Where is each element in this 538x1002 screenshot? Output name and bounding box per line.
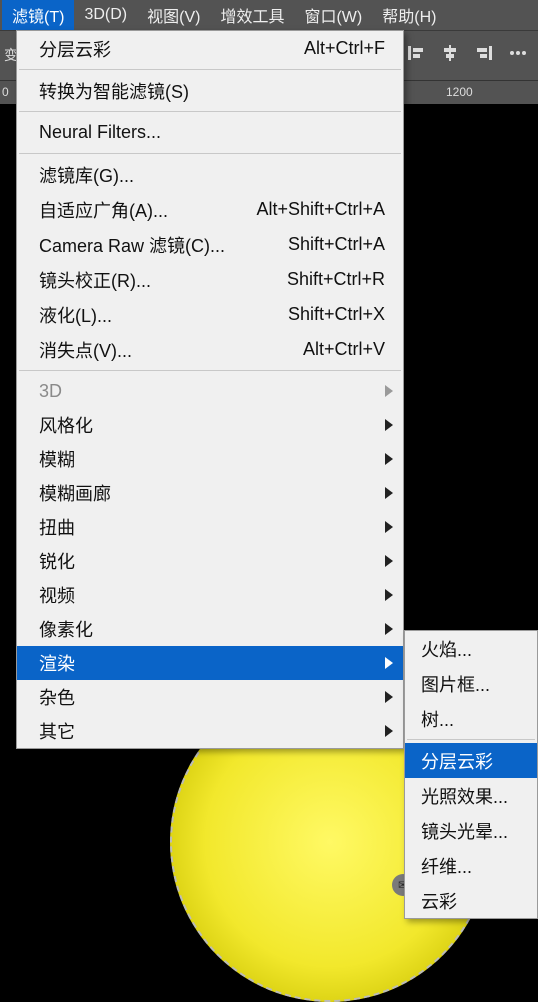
menu-plugins[interactable]: 增效工具 <box>210 0 294 31</box>
item-other[interactable]: 其它 <box>17 714 403 748</box>
align-center-icon[interactable] <box>440 43 460 63</box>
render-submenu: 火焰... 图片框... 树... 分层云彩 光照效果... 镜头光晕... 纤… <box>404 630 538 919</box>
item-last-filter[interactable]: 分层云彩 Alt+Ctrl+F <box>17 31 403 66</box>
item-label: 杂色 <box>39 684 385 710</box>
sub-flame[interactable]: 火焰... <box>405 631 537 666</box>
item-3d[interactable]: 3D <box>17 374 403 408</box>
item-shortcut: Shift+Ctrl+A <box>258 234 385 255</box>
ruler-tick-0: 0 <box>2 85 9 99</box>
item-camera-raw[interactable]: Camera Raw 滤镜(C)...Shift+Ctrl+A <box>17 227 403 262</box>
item-label: Neural Filters... <box>39 122 385 143</box>
submenu-arrow-icon <box>385 521 393 533</box>
item-pixelate[interactable]: 像素化 <box>17 612 403 646</box>
submenu-arrow-icon <box>385 623 393 635</box>
menu-view[interactable]: 视图(V) <box>137 0 210 31</box>
item-label: 风格化 <box>39 412 385 438</box>
item-label: 扭曲 <box>39 514 385 540</box>
menu-3d[interactable]: 3D(D) <box>74 2 137 28</box>
align-left-icon[interactable] <box>406 43 426 63</box>
item-noise[interactable]: 杂色 <box>17 680 403 714</box>
item-label: 视频 <box>39 582 385 608</box>
item-label: 树... <box>421 706 523 732</box>
item-shortcut: Shift+Ctrl+R <box>257 269 385 290</box>
item-adaptive-wide[interactable]: 自适应广角(A)...Alt+Shift+Ctrl+A <box>17 192 403 227</box>
sub-clouds[interactable]: 云彩 <box>405 883 537 918</box>
item-video[interactable]: 视频 <box>17 578 403 612</box>
app-menubar: 滤镜(T) 3D(D) 视图(V) 增效工具 窗口(W) 帮助(H) <box>0 0 538 30</box>
item-label: 模糊 <box>39 446 385 472</box>
item-blur-gallery[interactable]: 模糊画廊 <box>17 476 403 510</box>
item-label: 镜头校正(R)... <box>39 267 257 293</box>
item-distort[interactable]: 扭曲 <box>17 510 403 544</box>
item-lens-correct[interactable]: 镜头校正(R)...Shift+Ctrl+R <box>17 262 403 297</box>
separator <box>19 111 401 112</box>
item-label: 消失点(V)... <box>39 337 273 363</box>
submenu-arrow-icon <box>385 725 393 737</box>
separator <box>19 153 401 154</box>
menu-window[interactable]: 窗口(W) <box>294 0 372 31</box>
separator <box>19 69 401 70</box>
sub-lens-flare[interactable]: 镜头光晕... <box>405 813 537 848</box>
item-label: 纤维... <box>421 853 523 879</box>
sub-lighting-effects[interactable]: 光照效果... <box>405 778 537 813</box>
separator <box>19 370 401 371</box>
item-label: 3D <box>39 381 385 402</box>
sub-picture-frame[interactable]: 图片框... <box>405 666 537 701</box>
item-label: 云彩 <box>421 888 523 914</box>
menu-help[interactable]: 帮助(H) <box>372 0 446 31</box>
item-label: 其它 <box>39 718 385 744</box>
item-label: 渲染 <box>39 650 385 676</box>
item-shortcut: Alt+Ctrl+V <box>273 339 385 360</box>
item-neural-filters[interactable]: Neural Filters... <box>17 115 403 150</box>
item-label: 像素化 <box>39 616 385 642</box>
item-render[interactable]: 渲染 <box>17 646 403 680</box>
sub-tree[interactable]: 树... <box>405 701 537 736</box>
filter-dropdown: 分层云彩 Alt+Ctrl+F 转换为智能滤镜(S) Neural Filter… <box>16 30 404 749</box>
item-label: 分层云彩 <box>421 748 523 774</box>
item-label: 镜头光晕... <box>421 818 523 844</box>
item-vanishing-point[interactable]: 消失点(V)...Alt+Ctrl+V <box>17 332 403 367</box>
item-label: 火焰... <box>421 636 523 662</box>
item-blur[interactable]: 模糊 <box>17 442 403 476</box>
sub-fibers[interactable]: 纤维... <box>405 848 537 883</box>
item-label: 锐化 <box>39 548 385 574</box>
item-shortcut: Alt+Ctrl+F <box>274 38 385 59</box>
sub-difference-clouds[interactable]: 分层云彩 <box>405 743 537 778</box>
submenu-arrow-icon <box>385 487 393 499</box>
item-label: 自适应广角(A)... <box>39 197 226 223</box>
item-stylize[interactable]: 风格化 <box>17 408 403 442</box>
submenu-arrow-icon <box>385 691 393 703</box>
submenu-arrow-icon <box>385 589 393 601</box>
item-convert-smart[interactable]: 转换为智能滤镜(S) <box>17 73 403 108</box>
item-sharpen[interactable]: 锐化 <box>17 544 403 578</box>
ruler-tick-1200: 1200 <box>446 85 473 99</box>
separator <box>407 739 535 740</box>
item-label: 转换为智能滤镜(S) <box>39 78 385 104</box>
item-liquify[interactable]: 液化(L)...Shift+Ctrl+X <box>17 297 403 332</box>
align-right-icon[interactable] <box>474 43 494 63</box>
item-label: 滤镜库(G)... <box>39 162 385 188</box>
more-icon[interactable] <box>508 43 528 63</box>
submenu-arrow-icon <box>385 385 393 397</box>
item-label: 图片框... <box>421 671 523 697</box>
item-label: 分层云彩 <box>39 36 274 62</box>
submenu-arrow-icon <box>385 453 393 465</box>
item-label: Camera Raw 滤镜(C)... <box>39 232 258 258</box>
item-label: 模糊画廊 <box>39 480 385 506</box>
item-filter-gallery[interactable]: 滤镜库(G)... <box>17 157 403 192</box>
submenu-arrow-icon <box>385 657 393 669</box>
item-shortcut: Shift+Ctrl+X <box>258 304 385 325</box>
item-label: 光照效果... <box>421 783 523 809</box>
menu-filter[interactable]: 滤镜(T) <box>2 0 74 31</box>
submenu-arrow-icon <box>385 555 393 567</box>
item-label: 液化(L)... <box>39 302 258 328</box>
submenu-arrow-icon <box>385 419 393 431</box>
item-shortcut: Alt+Shift+Ctrl+A <box>226 199 385 220</box>
